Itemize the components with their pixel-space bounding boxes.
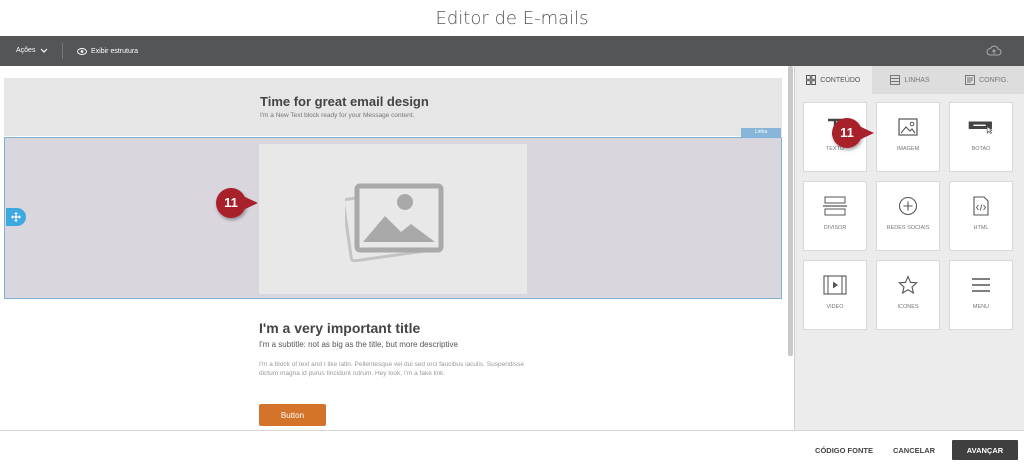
image-placeholder-icon [345, 183, 444, 262]
top-toolbar: Ações Exibir estrutura [0, 36, 1024, 66]
exibir-estrutura-button[interactable]: Exibir estrutura [77, 36, 138, 66]
toolbar-divider [62, 43, 63, 59]
settings-icon [965, 75, 976, 85]
move-icon [11, 212, 21, 222]
eye-icon [77, 47, 87, 55]
tab-config[interactable]: CONFIG. [948, 66, 1024, 94]
header-subtitle: I'm a New Text block ready for your Mess… [260, 112, 415, 119]
selected-row[interactable] [4, 137, 782, 299]
content-body-text: I'm a block of text and I like latin. Pe… [259, 361, 524, 377]
menu-icon [968, 274, 994, 296]
tile-menu[interactable]: MENU [949, 260, 1013, 330]
content-title: I'm a very important title [259, 320, 421, 336]
content-subtitle: I'm a subtitle: not as big as the title,… [259, 340, 458, 349]
email-content-button[interactable]: Button [259, 404, 326, 426]
tab-linhas-label: LINHAS [904, 76, 930, 84]
rows-icon [890, 75, 901, 85]
tile-icones[interactable]: ICONES [876, 260, 940, 330]
panel-tabs: CONTEÚDO LINHAS CONFIG. [795, 66, 1024, 94]
tab-conteudo[interactable]: CONTEÚDO [795, 66, 872, 94]
tile-redes-sociais-label: REDES SOCIAIS [886, 225, 930, 231]
tab-config-label: CONFIG. [979, 76, 1009, 84]
cloud-upload-icon[interactable] [986, 44, 1002, 58]
tile-html-label: HTML [973, 225, 989, 231]
star-icon [895, 274, 921, 296]
divider-icon [822, 195, 848, 217]
button-icon [968, 116, 994, 138]
canvas-scrollbar[interactable] [788, 66, 793, 356]
footer-bar: CÓDIGO FONTE CANCELAR AVANÇAR [0, 430, 1024, 468]
tile-redes-sociais[interactable]: REDES SOCIAIS [876, 181, 940, 251]
avancar-button[interactable]: AVANÇAR [952, 440, 1018, 460]
cancelar-button[interactable]: CANCELAR [886, 440, 942, 460]
page-title: Editor de E-mails [435, 8, 589, 29]
tile-icones-label: ICONES [897, 304, 919, 310]
tab-conteudo-label: CONTEÚDO [820, 76, 861, 84]
tile-imagem-label: IMAGEM [896, 146, 920, 152]
content-panel: CONTEÚDO LINHAS CONFIG. TEXTO IMAGEM BOT… [794, 66, 1024, 430]
tile-video[interactable]: VIDEO [803, 260, 867, 330]
exibir-estrutura-label: Exibir estrutura [91, 47, 139, 55]
header-title: Time for great email design [260, 94, 429, 109]
tile-divisor-label: DIVISOR [823, 225, 847, 231]
grid-icon [806, 75, 817, 85]
move-row-handle[interactable] [6, 208, 26, 226]
codigo-fonte-button[interactable]: CÓDIGO FONTE [806, 440, 882, 460]
tile-botao-label: BOTAO [971, 146, 991, 152]
header-text-block[interactable]: Time for great email design I'm a New Te… [4, 78, 782, 136]
image-icon [895, 116, 921, 138]
tab-linhas[interactable]: LINHAS [872, 66, 949, 94]
tile-divisor[interactable]: DIVISOR [803, 181, 867, 251]
tile-botao[interactable]: BOTAO [949, 102, 1013, 172]
row-tag[interactable]: Linha [741, 128, 781, 137]
image-placeholder-block[interactable] [259, 144, 527, 294]
html-icon [968, 195, 994, 217]
acoes-menu-button[interactable]: Ações [16, 36, 48, 66]
tile-html[interactable]: HTML [949, 181, 1013, 251]
tile-video-label: VIDEO [826, 304, 844, 310]
annotation-badge-canvas: 11 [216, 188, 258, 218]
chevron-down-icon [41, 48, 48, 53]
video-icon [822, 274, 848, 296]
tile-imagem[interactable]: IMAGEM [876, 102, 940, 172]
tile-menu-label: MENU [972, 304, 990, 310]
annotation-badge-panel: 11 [832, 118, 874, 148]
social-icon [895, 195, 921, 217]
acoes-label: Ações [16, 47, 36, 54]
email-canvas[interactable]: Time for great email design I'm a New Te… [0, 66, 793, 430]
